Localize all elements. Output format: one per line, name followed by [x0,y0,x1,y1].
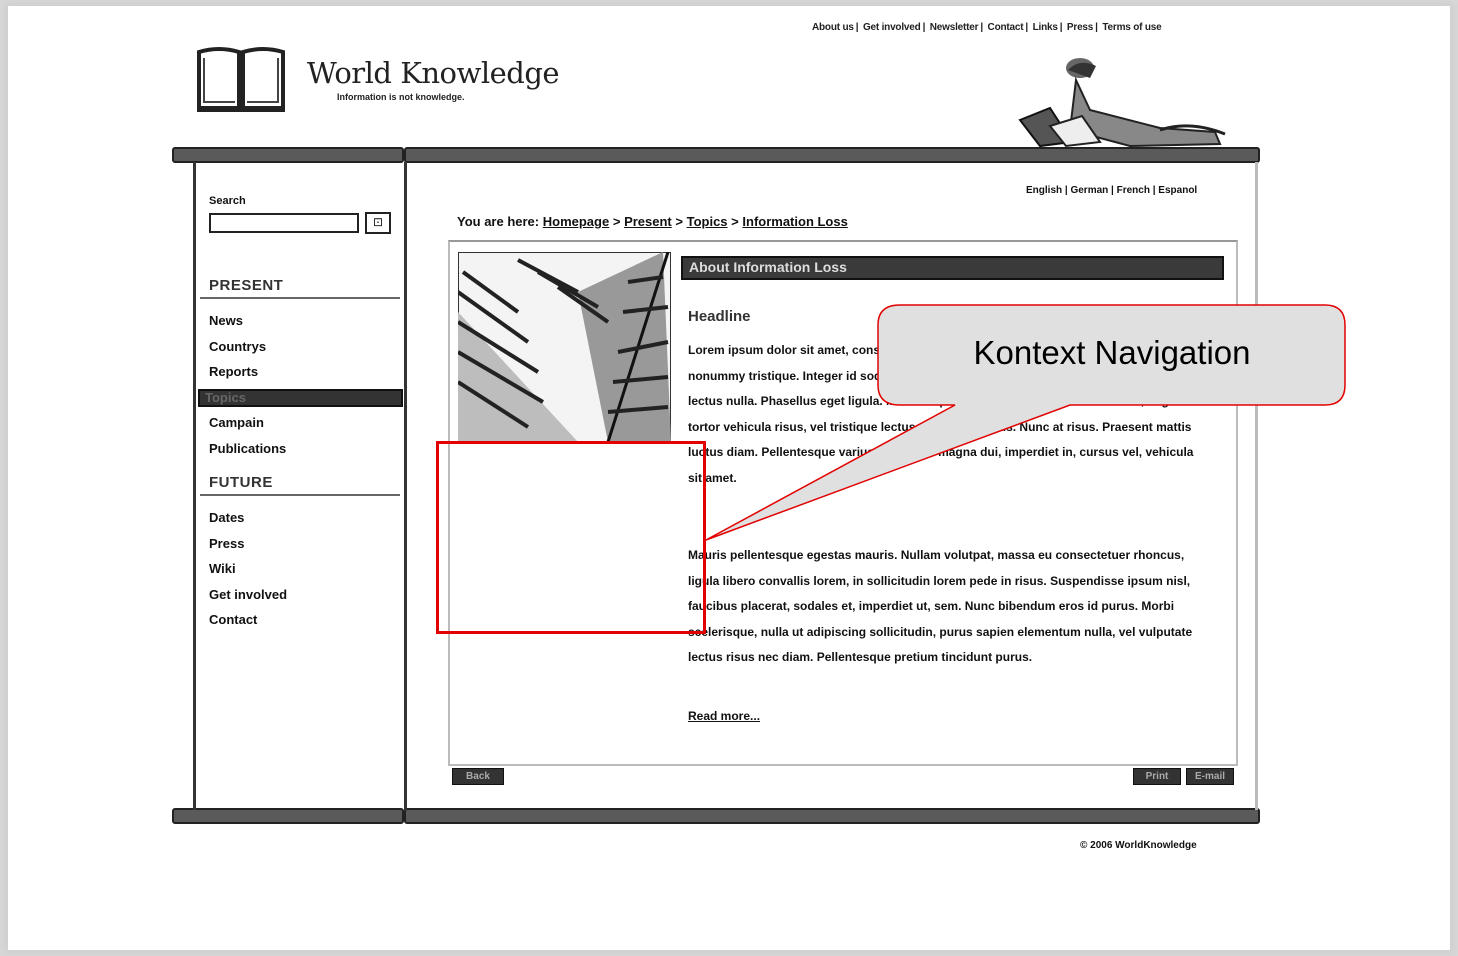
breadcrumb-prefix: You are here: [457,214,540,229]
top-link-contact[interactable]: Contact [988,22,1024,33]
nav-item-dates[interactable]: Dates [209,510,244,525]
nav-item-news[interactable]: News [209,313,243,328]
reading-person-illustration [1018,58,1226,148]
bottom-bar-left [172,808,404,824]
top-links: About us | Get involved | Newsletter | Cont… [812,22,1162,33]
nav-item-wiki[interactable]: Wiki [209,561,236,576]
back-button[interactable]: Back [452,768,504,785]
nav-item-countrys[interactable]: Countrys [209,339,266,354]
nav-item-publications[interactable]: Publications [209,441,286,456]
nav-section-rule [200,494,400,496]
language-switcher[interactable]: English | German | French | Espanol [1026,185,1197,196]
nav-section-present: PRESENT [209,277,284,294]
book-logo-icon[interactable] [195,44,287,114]
read-more-link[interactable]: Read more... [688,709,760,723]
top-link-links[interactable]: Links [1033,22,1058,33]
article-paragraph: Mauris pellentesque egestas mauris. Null… [688,548,1193,664]
top-link-get-involved[interactable]: Get involved [863,22,921,33]
breadcrumb-topics[interactable]: Topics [687,214,728,229]
nav-section-rule [200,297,400,299]
copyright: © 2006 WorldKnowledge [1080,840,1197,851]
breadcrumb-information-loss[interactable]: Information Loss [742,214,847,229]
breadcrumb: You are here: Homepage > Present > Topic… [457,214,848,229]
article-headline: Headline [688,308,751,325]
site-title[interactable]: World Knowledge [307,56,560,90]
sidebar-divider [404,162,407,810]
breadcrumb-homepage[interactable]: Homepage [543,214,609,229]
nav-item-contact[interactable]: Contact [209,612,257,627]
search-input[interactable] [209,213,359,233]
top-bar-left [172,147,404,163]
bottom-bar-right [404,808,1260,824]
content-header: About Information Loss [681,256,1224,280]
top-bar-right [404,147,1260,163]
email-button[interactable]: E-mail [1186,768,1234,785]
breadcrumb-separator: > [612,214,621,229]
nav-item-campain[interactable]: Campain [209,415,264,430]
breadcrumb-present[interactable]: Present [624,214,672,229]
highlighted-region [436,441,706,634]
top-link-terms[interactable]: Terms of use [1102,22,1161,33]
top-link-press[interactable]: Press [1067,22,1093,33]
breadcrumb-separator: > [675,214,683,229]
book-pages-image [458,252,671,442]
nav-item-press[interactable]: Press [209,536,244,551]
nav-item-topics-active[interactable]: Topics [198,389,403,407]
top-link-about[interactable]: About us [812,22,854,33]
callout-text: Kontext Navigation [973,334,1251,371]
top-link-newsletter[interactable]: Newsletter [930,22,979,33]
search-label: Search [209,195,246,207]
search-button[interactable]: ⊡ [365,212,391,234]
sidebar-left-rule [193,162,196,810]
nav-section-future: FUTURE [209,474,273,491]
breadcrumb-separator: > [731,214,739,229]
site-tagline: Information is not knowledge. [337,92,465,102]
print-button[interactable]: Print [1133,768,1181,785]
nav-item-get-involved[interactable]: Get involved [209,587,287,602]
content-right-rule [1255,162,1258,810]
nav-item-reports[interactable]: Reports [209,364,258,379]
